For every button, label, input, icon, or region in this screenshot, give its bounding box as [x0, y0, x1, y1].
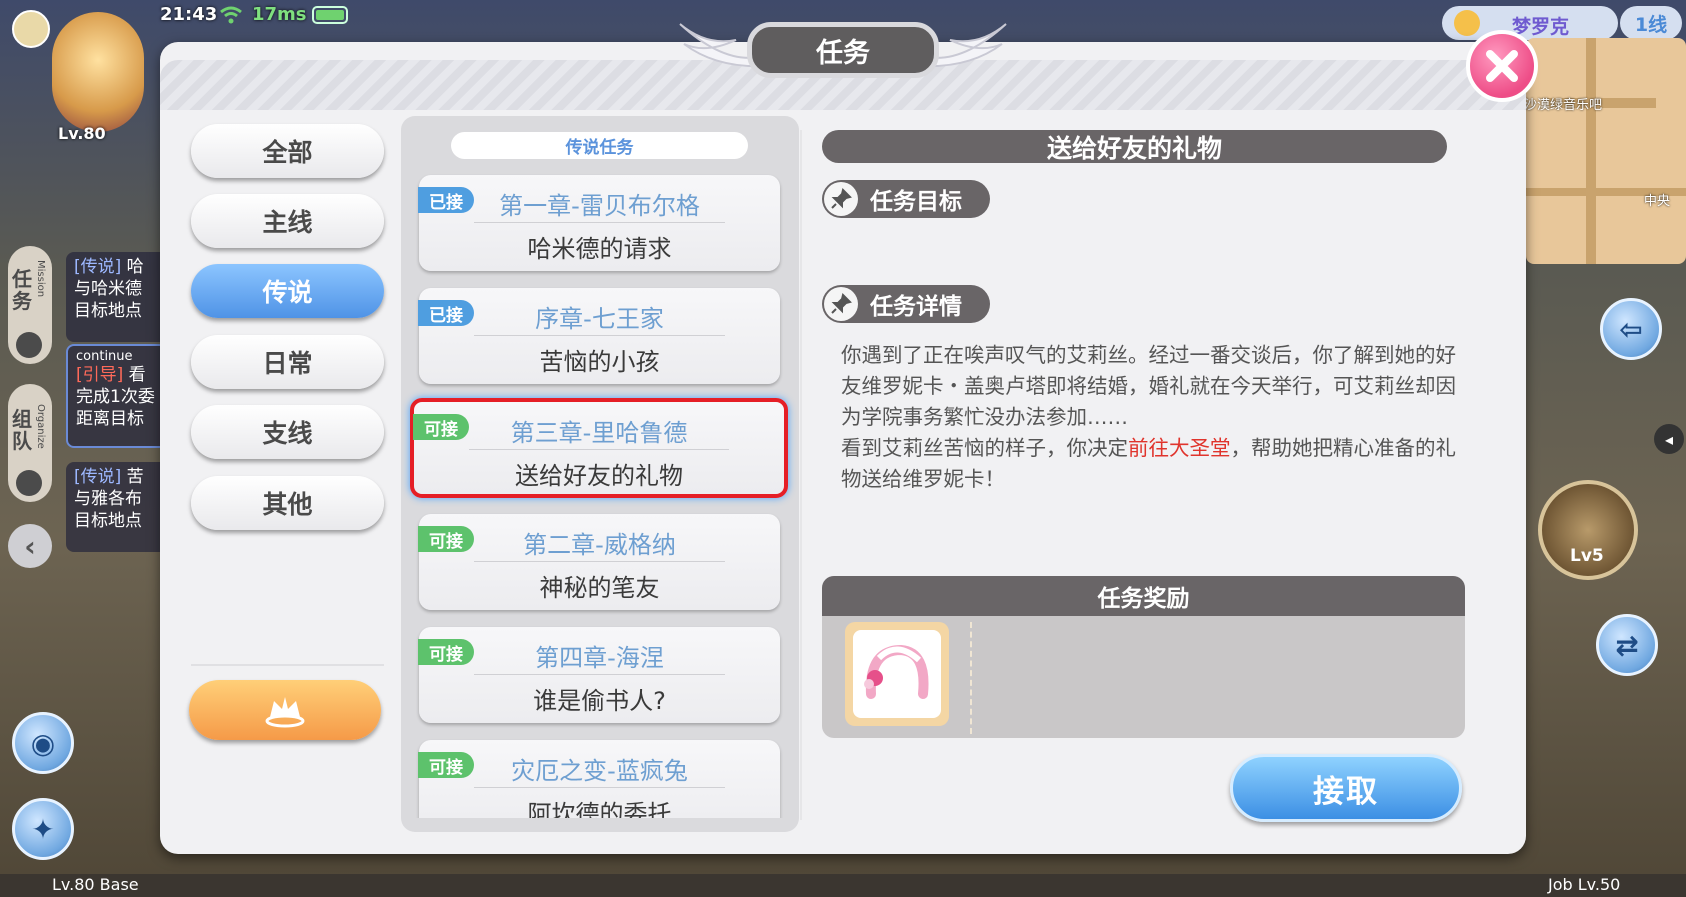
tracker-3-line2: 与雅各布 [74, 489, 142, 509]
channel-selector[interactable]: 1线 [1620, 6, 1682, 40]
category-divider [191, 664, 384, 666]
category-legend[interactable]: 传说 [191, 264, 384, 318]
mission-tab[interactable]: 任务 Mission [8, 246, 52, 364]
team-icon [16, 470, 42, 496]
collapse-arrow-icon[interactable]: ‹ [8, 524, 52, 568]
description-paragraph-1: 你遇到了正在唉声叹气的艾莉丝。经过一番交谈后，你了解到她的好友维罗妮卡・盖奥卢塔… [841, 343, 1456, 429]
battery-icon [312, 6, 348, 24]
experience-bar: Lv.80 Base Job Lv.50 [0, 874, 1686, 897]
crown-icon [265, 697, 305, 728]
job-level: Job Lv.50 [1548, 875, 1621, 894]
pin-icon [824, 182, 858, 216]
player-level: Lv.80 [58, 124, 106, 143]
reward-header: 任务奖励 [822, 576, 1465, 616]
quest-chapter: 第一章-雷贝布尔格 [499, 192, 700, 220]
pin-icon [824, 287, 858, 321]
quest-item[interactable]: 已接 序章-七王家 苦恼的小孩 [418, 288, 780, 384]
minimap-label-center: 中央 [1644, 194, 1671, 209]
quest-name: 哈米德的请求 [527, 235, 672, 263]
location-bar: 梦罗克 [1442, 6, 1618, 40]
headband-icon [853, 630, 941, 718]
panel-divider [800, 130, 802, 820]
quest-item[interactable]: 已接 第一章-雷贝布尔格 哈米德的请求 [418, 175, 780, 271]
tracker-2-tag: [引导] [76, 365, 124, 385]
settings-emblem-icon[interactable] [12, 10, 50, 48]
dialog-title: 任务 [747, 22, 939, 78]
tracker-1-line3: 目标地点 [74, 301, 142, 321]
tracker-3-line3: 目标地点 [74, 511, 142, 531]
quest-chapter: 第四章-海涅 [535, 644, 664, 672]
category-all[interactable]: 全部 [191, 124, 384, 178]
close-icon [1486, 50, 1518, 82]
quest-name: 谁是偷书人? [533, 687, 666, 715]
category-other[interactable]: 其他 [191, 476, 384, 530]
mission-tab-label-en: Mission [35, 260, 46, 298]
category-side[interactable]: 支线 [191, 405, 384, 459]
objective-header: 任务目标 [822, 180, 990, 218]
quest-chapter: 第三章-里哈鲁德 [510, 419, 688, 447]
tracker-1-tag: [传说] [74, 257, 122, 277]
quest-item[interactable]: 可接 第二章-威格纳 神秘的笔友 [418, 514, 780, 610]
description-paragraph-2-start: 看到艾莉丝苦恼的样子，你决定 [841, 436, 1128, 460]
tracker-1-line2: 与哈米德 [74, 279, 142, 299]
quest-name: 苦恼的小孩 [539, 348, 660, 376]
quest-detail-title: 送给好友的礼物 [822, 130, 1447, 163]
quest-item[interactable]: 可接 灾厄之变-蓝疯兔 阿坎德的委托 [418, 740, 780, 818]
quest-name: 神秘的笔友 [539, 574, 660, 602]
quest-name: 阿坎德的委托 [527, 800, 672, 818]
team-tab-label: 组队 [12, 407, 32, 453]
minimap-label-music-bar: 沙漠绿音乐吧 [1526, 98, 1603, 113]
skill-wheel-button[interactable]: Lv5 [1538, 480, 1638, 580]
special-quest-button[interactable] [189, 680, 381, 740]
tracker-2-line2: 完成1次委 [76, 387, 155, 407]
quest-item-selected[interactable]: 可接 第三章-里哈鲁德 送给好友的礼物 [410, 398, 788, 498]
quest-item[interactable]: 可接 第四章-海涅 谁是偷书人? [418, 627, 780, 723]
tracker-3-line1: 苦 [126, 467, 144, 487]
quest-name: 送给好友的礼物 [515, 462, 683, 490]
team-tab[interactable]: 组队 Organize [8, 384, 52, 502]
close-button[interactable] [1466, 30, 1538, 102]
reward-divider [970, 622, 974, 734]
wifi-icon [220, 6, 242, 24]
quest-description: 你遇到了正在唉声叹气的艾莉丝。经过一番交谈后，你了解到她的好友维罗妮卡・盖奥卢塔… [841, 340, 1471, 495]
quest-list-header: 传说任务 [451, 132, 748, 159]
tracker-3-tag: [传说] [74, 467, 122, 487]
meditate-icon[interactable]: ◉ [12, 712, 74, 774]
return-arrow-icon[interactable]: ⇦ [1600, 298, 1662, 360]
details-label: 任务详情 [870, 294, 962, 320]
tracker-2-line1: 看 [128, 365, 146, 385]
tracker-2-line3: 距离目标 [76, 409, 144, 429]
mission-tab-label: 任务 [12, 267, 32, 313]
details-header: 任务详情 [822, 285, 990, 323]
team-tab-label-en: Organize [35, 404, 46, 449]
reward-item-slot[interactable] [845, 622, 949, 726]
quest-list-scroll[interactable]: 已接 第一章-雷贝布尔格 哈米德的请求 已接 序章-七王家 苦恼的小孩 可接 第… [401, 170, 799, 818]
switch-icon[interactable]: ⇄ [1596, 614, 1658, 676]
category-daily[interactable]: 日常 [191, 335, 384, 389]
skill-icon[interactable]: ✦ [12, 798, 74, 860]
minimap[interactable]: 沙漠绿音乐吧 中央 [1526, 38, 1686, 264]
quest-chapter: 灾厄之变-蓝疯兔 [511, 757, 688, 785]
player-avatar[interactable] [52, 12, 144, 132]
description-highlight: 前往大圣堂 [1128, 436, 1231, 460]
expand-arrow-icon[interactable]: ◂ [1654, 424, 1684, 454]
weather-icon [1454, 10, 1480, 36]
skill-level: Lv5 [1570, 546, 1604, 566]
accept-quest-button[interactable]: 接取 [1230, 754, 1462, 822]
objective-label: 任务目标 [870, 189, 962, 215]
ping-readout: 17ms [252, 4, 307, 25]
list-icon [16, 332, 42, 358]
quest-chapter: 序章-七王家 [535, 305, 664, 333]
base-level: Lv.80 Base [52, 875, 139, 894]
clock: 21:43 [160, 4, 218, 25]
category-main[interactable]: 主线 [191, 194, 384, 248]
tracker-1-line1: 哈 [126, 257, 144, 277]
quest-chapter: 第二章-威格纳 [523, 531, 676, 559]
